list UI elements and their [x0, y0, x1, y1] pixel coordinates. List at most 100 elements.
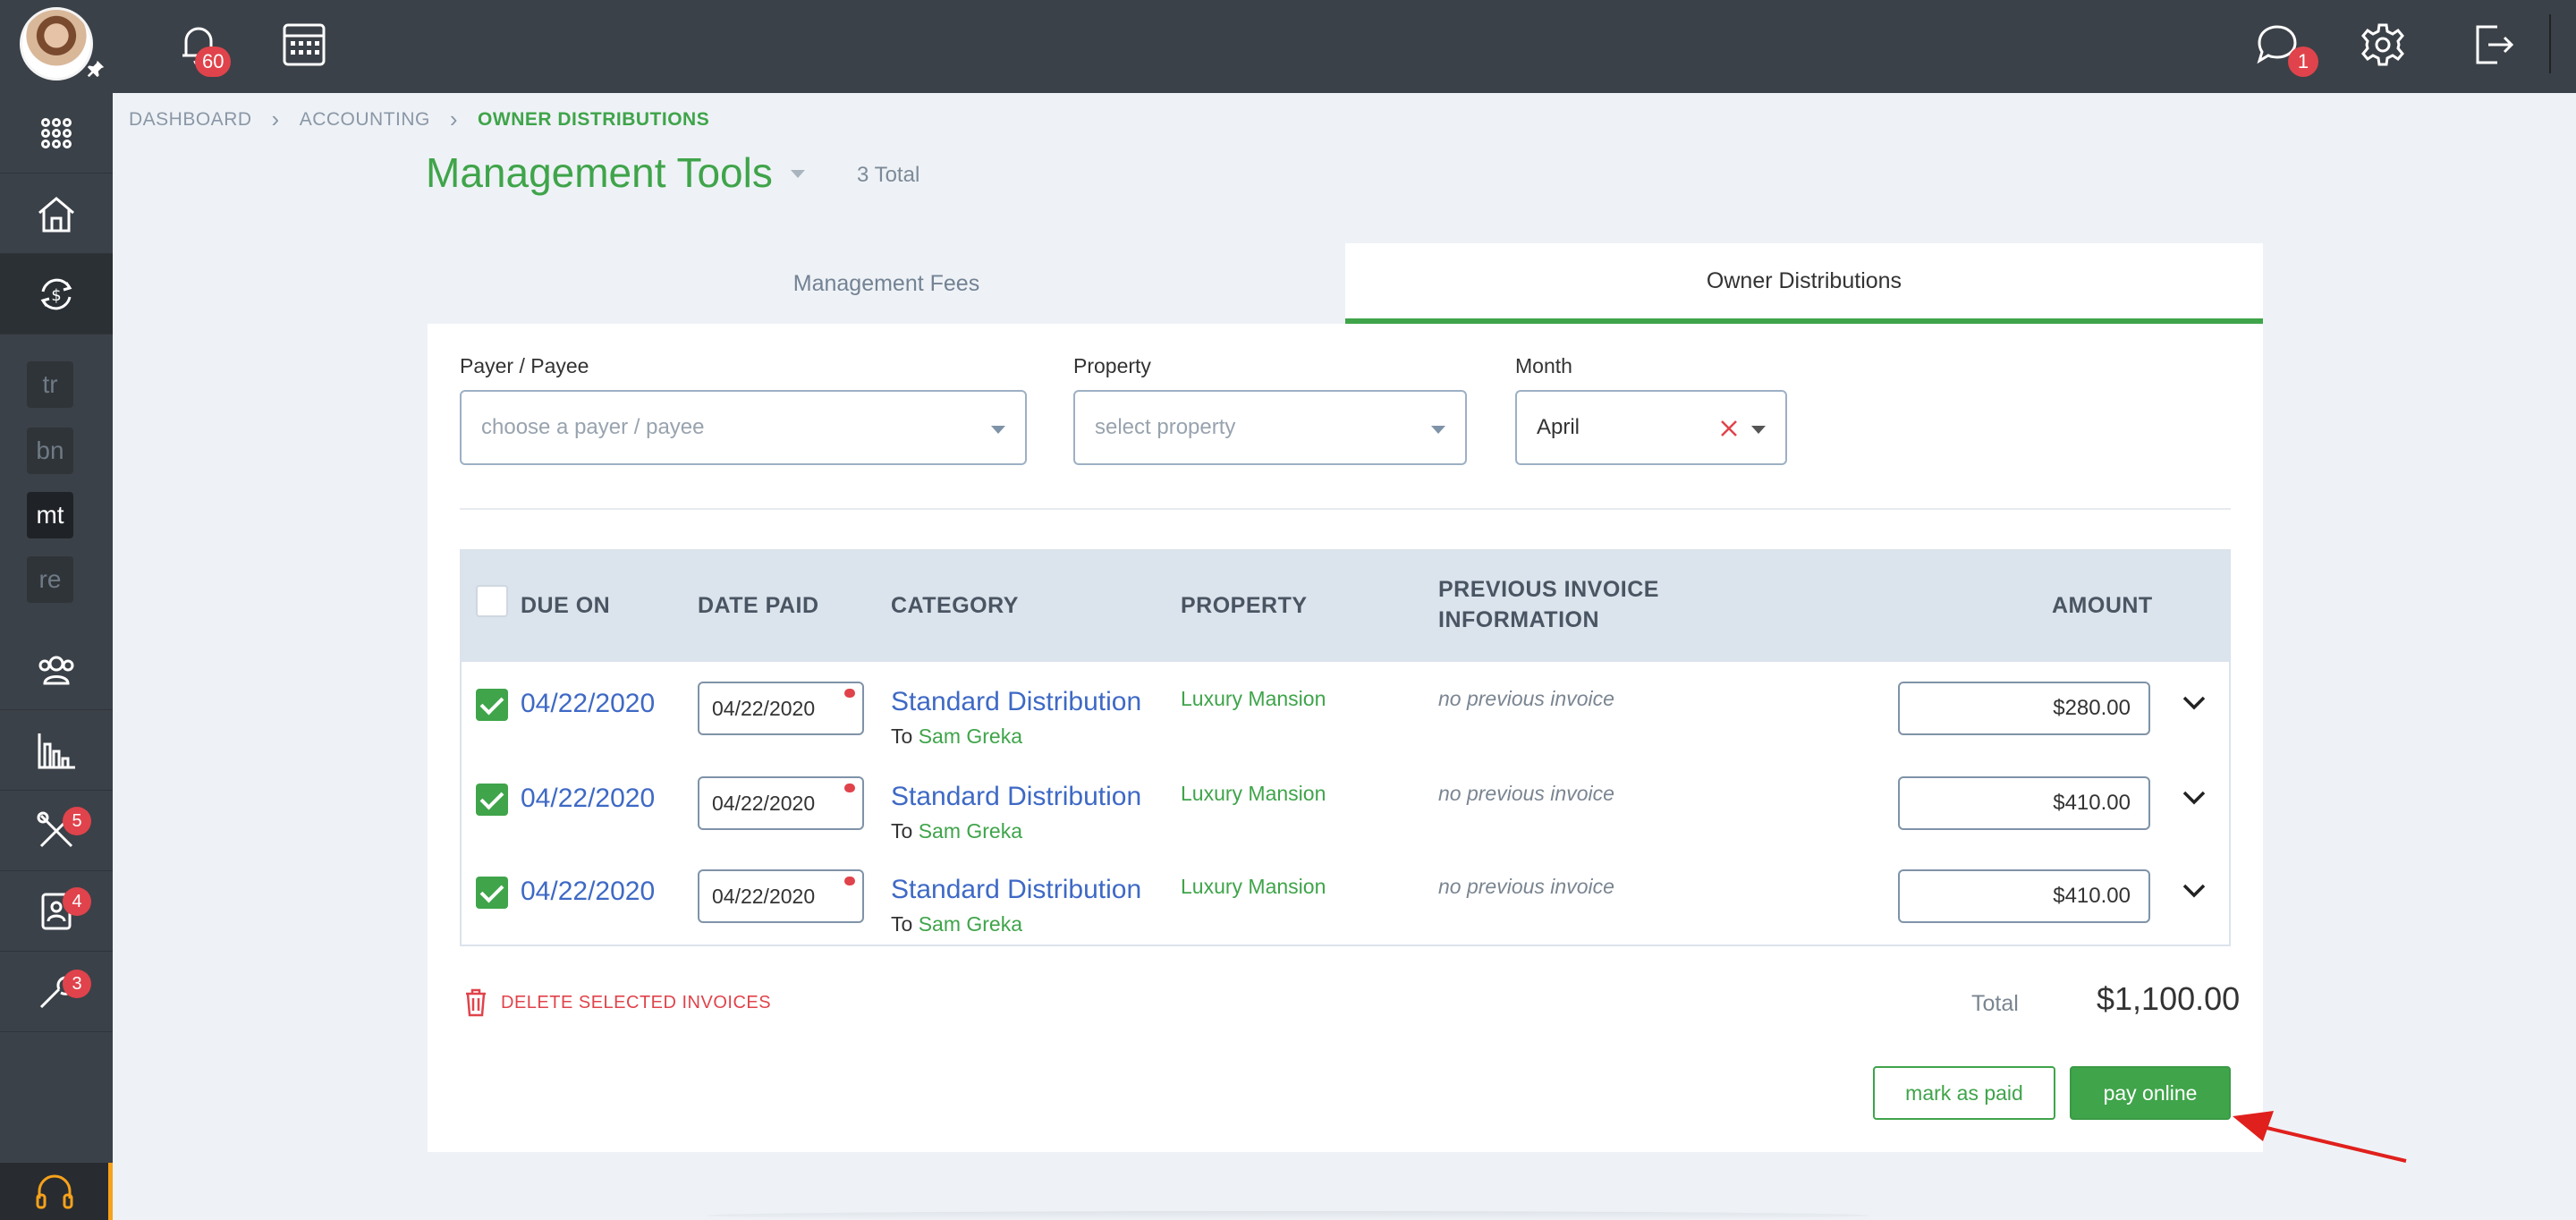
pay-online-button[interactable]: pay online	[2070, 1066, 2231, 1120]
category-link[interactable]: Standard Distribution	[891, 782, 1141, 812]
breadcrumb-accounting[interactable]: ACCOUNTING	[300, 109, 430, 131]
column-date-paid[interactable]: DATE PAID	[698, 590, 819, 621]
title-dropdown-icon[interactable]	[791, 170, 805, 178]
delete-selected-button[interactable]: DELETE SELECTED INVOICES	[463, 987, 771, 1018]
sidebar-item-people[interactable]	[0, 630, 113, 710]
payer-select[interactable]: choose a payer / payee	[460, 390, 1027, 465]
chevron-down-icon[interactable]	[2181, 882, 2207, 900]
payee-link[interactable]: Sam Greka	[919, 912, 1022, 936]
divider	[460, 508, 2231, 510]
column-category[interactable]: CATEGORY	[891, 590, 1019, 621]
column-amount[interactable]: AMOUNT	[2052, 590, 2153, 621]
breadcrumb-dashboard[interactable]: DASHBOARD	[129, 109, 252, 131]
due-date-link[interactable]: 04/22/2020	[521, 877, 655, 907]
header-divider	[2549, 14, 2551, 73]
sidebar-code-mt[interactable]: mt	[27, 492, 73, 538]
required-dot	[844, 689, 855, 698]
date-paid-input[interactable]: 04/22/2020	[698, 776, 864, 830]
property-link[interactable]: Luxury Mansion	[1181, 875, 1326, 899]
month-select[interactable]: April	[1515, 390, 1787, 465]
row-checkbox[interactable]	[476, 877, 508, 909]
tools-badge: 5	[63, 807, 91, 835]
calendar-icon	[283, 23, 326, 66]
month-label: Month	[1515, 354, 1572, 377]
contacts-badge: 4	[63, 887, 91, 916]
category-link[interactable]: Standard Distribution	[891, 875, 1141, 905]
payee-link[interactable]: Sam Greka	[919, 819, 1022, 843]
sidebar-item-apps[interactable]	[0, 93, 113, 174]
logout-button[interactable]	[2465, 18, 2519, 72]
support-button[interactable]	[0, 1163, 113, 1220]
breadcrumb: DASHBOARD › ACCOUNTING › OWNER DISTRIBUT…	[129, 106, 709, 133]
calendar-button[interactable]	[277, 18, 331, 72]
payee-link[interactable]: Sam Greka	[919, 724, 1022, 748]
total-value: $1,100.00	[2097, 980, 2241, 1017]
property-label: Property	[1073, 354, 1151, 377]
table-row: 04/22/2020 04/22/2020 Standard Distribut…	[462, 857, 2229, 950]
invoices-table: DUE ON DATE PAID CATEGORY PROPERTY PREVI…	[460, 549, 2231, 946]
annotation-arrow-icon	[2233, 1111, 2407, 1163]
tabs: Management Fees Owner Distributions	[428, 243, 2263, 324]
previous-invoice-info: no previous invoice	[1438, 687, 1614, 710]
sidebar-item-reports[interactable]	[0, 710, 113, 791]
page-title: Management Tools	[426, 149, 773, 196]
tab-management-fees[interactable]: Management Fees	[428, 243, 1345, 324]
column-property[interactable]: PROPERTY	[1181, 590, 1308, 621]
property-link[interactable]: Luxury Mansion	[1181, 687, 1326, 711]
property-select[interactable]: select property	[1073, 390, 1467, 465]
row-checkbox[interactable]	[476, 689, 508, 721]
tab-owner-distributions[interactable]: Owner Distributions	[1345, 243, 2263, 324]
payee-line: To Sam Greka	[891, 819, 1022, 843]
select-all-checkbox[interactable]	[476, 585, 508, 617]
previous-invoice-info: no previous invoice	[1438, 875, 1614, 898]
column-previous-line2: INFORMATION	[1438, 607, 1600, 632]
amount-value: $410.00	[2053, 884, 2131, 908]
property-link[interactable]: Luxury Mansion	[1181, 782, 1326, 806]
to-prefix: To	[891, 724, 913, 748]
table-row: 04/22/2020 04/22/2020 Standard Distribut…	[462, 764, 2229, 857]
payee-line: To Sam Greka	[891, 912, 1022, 936]
sidebar-item-accounting[interactable]: $	[0, 254, 113, 335]
required-dot	[844, 877, 855, 885]
clear-icon[interactable]	[1717, 417, 1741, 440]
due-date-link[interactable]: 04/22/2020	[521, 689, 655, 719]
sidebar-code-tr[interactable]: tr	[27, 361, 73, 408]
mark-as-paid-button[interactable]: mark as paid	[1873, 1066, 2055, 1120]
column-previous-invoice[interactable]: PREVIOUS INVOICE INFORMATION	[1438, 574, 1659, 635]
chevron-down-icon[interactable]	[2181, 694, 2207, 712]
date-paid-input[interactable]: 04/22/2020	[698, 682, 864, 735]
sidebar-item-contacts[interactable]	[0, 871, 113, 952]
sidebar-item-properties[interactable]	[0, 174, 113, 254]
dollar-refresh-icon: $	[40, 278, 72, 309]
top-bar: 60 1	[113, 0, 2576, 93]
amount-input[interactable]: $410.00	[1898, 869, 2150, 923]
sidebar-item-tools[interactable]	[0, 791, 113, 871]
category-link[interactable]: Standard Distribution	[891, 687, 1141, 717]
previous-invoice-info: no previous invoice	[1438, 782, 1614, 805]
amount-input[interactable]: $280.00	[1898, 682, 2150, 735]
grid-icon	[41, 117, 72, 148]
chevron-down-icon[interactable]	[2181, 789, 2207, 807]
payer-placeholder: choose a payer / payee	[481, 415, 705, 439]
sidebar-item-maintenance[interactable]	[0, 952, 113, 1032]
sidebar-code-re[interactable]: re	[27, 556, 73, 603]
property-placeholder: select property	[1095, 415, 1236, 439]
logout-icon	[2476, 25, 2514, 64]
amount-input[interactable]: $410.00	[1898, 776, 2150, 830]
due-date-link[interactable]: 04/22/2020	[521, 784, 655, 814]
sidebar-code-bn[interactable]: bn	[27, 428, 73, 474]
user-avatar[interactable]	[20, 7, 93, 80]
distributions-card: Management Fees Owner Distributions Paye…	[428, 243, 2263, 1152]
house-icon	[38, 196, 74, 232]
date-paid-input[interactable]: 04/22/2020	[698, 869, 864, 923]
settings-button[interactable]	[2356, 18, 2410, 72]
trash-icon	[466, 988, 486, 1017]
column-due-on[interactable]: DUE ON	[521, 590, 610, 621]
date-paid-value: 04/22/2020	[712, 884, 816, 908]
maintenance-badge: 3	[63, 970, 91, 998]
row-checkbox[interactable]	[476, 784, 508, 816]
chevron-down-icon	[1751, 426, 1766, 434]
table-header: DUE ON DATE PAID CATEGORY PROPERTY PREVI…	[462, 551, 2229, 662]
svg-text:$: $	[51, 286, 61, 305]
pin-icon[interactable]	[86, 59, 106, 79]
